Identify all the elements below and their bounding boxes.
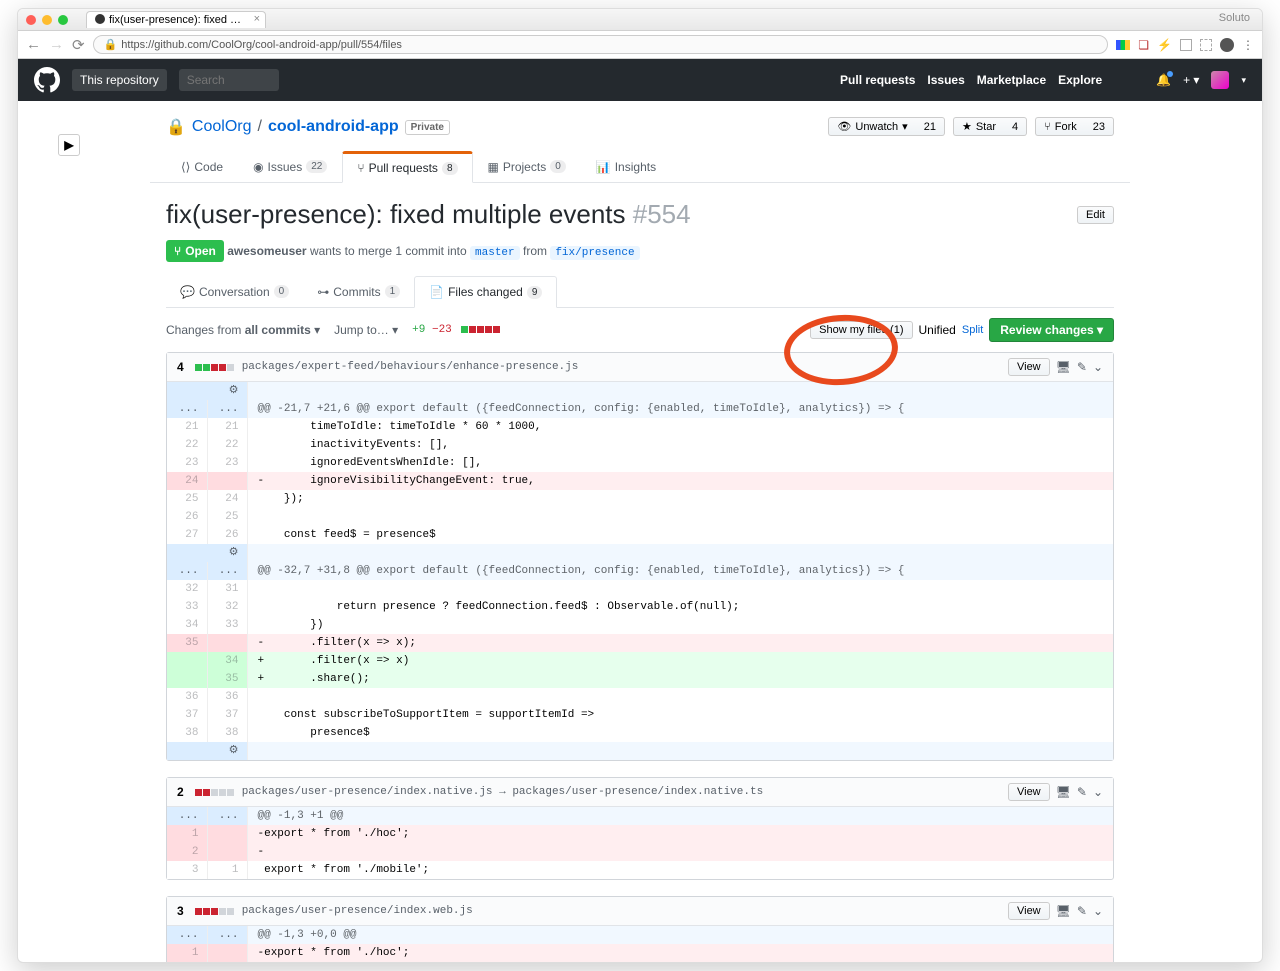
extension-box-icon-2[interactable]: [1200, 39, 1212, 51]
back-button[interactable]: ←: [26, 36, 41, 53]
hunk-header: @@ -1,3 +1 @@: [247, 807, 1113, 825]
pr-icon: ⑂: [357, 161, 364, 175]
expand-icon[interactable]: ⚙: [229, 745, 239, 757]
view-file-button[interactable]: View: [1008, 902, 1050, 920]
nav-marketplace[interactable]: Marketplace: [977, 73, 1046, 87]
edit-button[interactable]: Edit: [1077, 206, 1114, 224]
diff-file: 3 packages/user-presence/index.web.js Vi…: [166, 896, 1114, 962]
unified-view[interactable]: Unified: [919, 323, 956, 337]
this-repository-scope[interactable]: This repository: [72, 69, 167, 91]
code-icon: ⟨⟩: [181, 160, 190, 174]
tab-commits[interactable]: ⊶Commits1: [303, 276, 414, 307]
hunk-header: @@ -1,3 +0,0 @@: [247, 926, 1113, 944]
window-close[interactable]: [26, 15, 36, 25]
star-button[interactable]: ★ Star: [953, 117, 1004, 136]
file-change-count: 3: [177, 904, 184, 918]
window-zoom[interactable]: [58, 15, 68, 25]
diff-file: 2 packages/user-presence/index.native.js…: [166, 777, 1114, 880]
comment-icon: 💬: [180, 285, 195, 299]
edit-icon[interactable]: ✎: [1077, 360, 1087, 374]
tab-pull-requests[interactable]: ⑂Pull requests8: [342, 151, 472, 183]
expand-icon[interactable]: ⚙: [229, 385, 239, 397]
nav-issues[interactable]: Issues: [927, 73, 964, 87]
pr-title: fix(user-presence): fixed multiple event…: [166, 199, 691, 230]
nav-pull-requests[interactable]: Pull requests: [840, 73, 915, 87]
extension-icon-2[interactable]: ❏: [1138, 38, 1149, 52]
project-icon: ▦: [488, 160, 499, 174]
file-change-count: 2: [177, 785, 184, 799]
pr-author[interactable]: awesomeuser: [227, 244, 306, 258]
desktop-icon[interactable]: 🖥: [1056, 360, 1071, 374]
lock-icon: 🔒: [166, 117, 186, 137]
issue-icon: ◉: [253, 160, 263, 174]
view-file-button[interactable]: View: [1008, 358, 1050, 376]
forks-count[interactable]: 23: [1085, 117, 1114, 136]
insights-icon: 📊: [596, 160, 611, 174]
user-icon[interactable]: [1220, 38, 1234, 52]
chevron-down-icon[interactable]: ⌄: [1093, 904, 1103, 918]
commit-icon: ⊶: [317, 285, 329, 299]
file-path[interactable]: packages/user-presence/index.web.js: [242, 905, 473, 917]
view-file-button[interactable]: View: [1008, 783, 1050, 801]
repo-name-link[interactable]: cool-android-app: [268, 118, 399, 136]
menu-icon[interactable]: ⋮: [1242, 38, 1254, 52]
unwatch-button[interactable]: 👁 Unwatch ▾: [828, 117, 915, 136]
pr-icon: ⑂: [174, 244, 181, 258]
nav-explore[interactable]: Explore: [1058, 73, 1102, 87]
tab-projects[interactable]: ▦Projects0: [473, 151, 581, 182]
extension-box-icon[interactable]: [1180, 39, 1192, 51]
tab-issues[interactable]: ◉Issues22: [238, 151, 342, 182]
url-text: https://github.com/CoolOrg/cool-android-…: [121, 39, 402, 51]
review-changes-button[interactable]: Review changes ▾: [989, 318, 1114, 342]
file-path[interactable]: packages/expert-feed/behaviours/enhance-…: [242, 361, 579, 373]
forward-button[interactable]: →: [49, 36, 64, 53]
extension-bolt-icon[interactable]: ⚡: [1157, 38, 1172, 52]
edit-icon[interactable]: ✎: [1077, 904, 1087, 918]
private-badge: Private: [405, 120, 450, 135]
split-view[interactable]: Split: [962, 324, 983, 336]
hunk-header: @@ -32,7 +31,8 @@ export default ({feedC…: [247, 562, 1113, 580]
head-branch[interactable]: fix/presence: [550, 246, 639, 260]
file-path[interactable]: packages/user-presence/index.native.js →…: [242, 786, 764, 798]
reload-button[interactable]: ⟳: [72, 36, 85, 54]
diff-file: 4 packages/expert-feed/behaviours/enhanc…: [166, 352, 1114, 761]
github-logo-icon[interactable]: [34, 67, 60, 93]
tab-files-changed[interactable]: 📄Files changed9: [414, 276, 557, 308]
desktop-icon[interactable]: 🖥: [1056, 785, 1071, 799]
user-avatar[interactable]: [1211, 71, 1229, 89]
show-my-files-button[interactable]: Show my files (1): [810, 321, 912, 339]
changes-from-dropdown[interactable]: Changes from all commits ▾: [166, 323, 320, 337]
pr-state-badge: ⑂Open: [166, 240, 224, 262]
search-input[interactable]: [179, 69, 279, 91]
notifications-icon[interactable]: 🔔: [1156, 73, 1171, 87]
expand-icon[interactable]: ⚙: [229, 547, 239, 559]
diffstat: +9 −23: [412, 324, 500, 336]
chevron-down-icon[interactable]: ⌄: [1093, 785, 1103, 799]
chevron-down-icon[interactable]: ⌄: [1093, 360, 1103, 374]
browser-tab[interactable]: fix(user-presence): fixed mult…: [86, 11, 266, 28]
repo-owner-link[interactable]: CoolOrg: [192, 118, 252, 136]
extension-icon[interactable]: [1116, 40, 1130, 50]
jump-to-dropdown[interactable]: Jump to… ▾: [334, 323, 398, 337]
tab-code[interactable]: ⟨⟩Code: [166, 151, 238, 182]
stars-count[interactable]: 4: [1004, 117, 1027, 136]
window-minimize[interactable]: [42, 15, 52, 25]
base-branch[interactable]: master: [470, 246, 520, 260]
watchers-count[interactable]: 21: [916, 117, 945, 136]
file-icon: 📄: [429, 285, 444, 299]
create-new-icon[interactable]: + ▾: [1183, 73, 1199, 87]
edit-icon[interactable]: ✎: [1077, 785, 1087, 799]
tab-conversation[interactable]: 💬Conversation0: [166, 276, 303, 307]
desktop-icon[interactable]: 🖥: [1056, 904, 1071, 918]
tab-insights[interactable]: 📊Insights: [581, 151, 671, 182]
hunk-header: @@ -21,7 +21,6 @@ export default ({feedC…: [247, 400, 1113, 418]
fork-button[interactable]: ⑂ Fork: [1035, 117, 1085, 136]
sidebar-toggle[interactable]: ▶: [58, 134, 80, 156]
file-change-count: 4: [177, 360, 184, 374]
address-bar[interactable]: 🔒 https://github.com/CoolOrg/cool-androi…: [93, 35, 1109, 54]
profile-name: Soluto: [1219, 12, 1250, 24]
github-favicon: [95, 14, 105, 24]
